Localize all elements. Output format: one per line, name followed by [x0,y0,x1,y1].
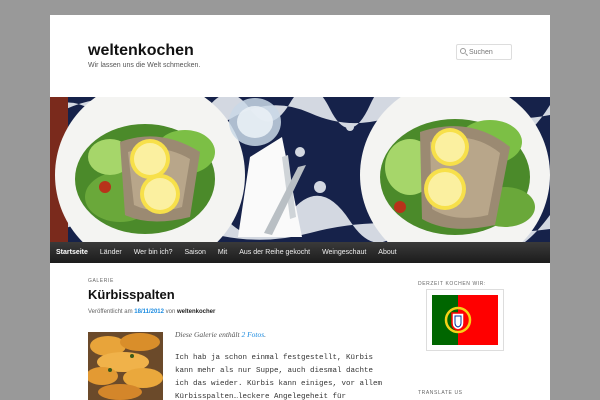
nav-item-weingeschaut[interactable]: Weingeschaut [316,242,372,263]
nav-item-mit[interactable]: Mit [212,242,233,263]
nav-item-wer-bin-ich[interactable]: Wer bin ich? [128,242,179,263]
post-meta: Veröffentlicht am 18/11/2012 von weltenk… [88,309,215,315]
nav-item-about[interactable]: About [372,242,402,263]
nav-item-aus-der-reihe-gekocht[interactable]: Aus der Reihe gekocht [233,242,316,263]
sidebar-widget-title: DERZEIT KOCHEN WIR: [418,281,486,287]
page: weltenkochen Wir lassen uns die Welt sch… [50,15,550,400]
nav-item-startseite[interactable]: Startseite [50,242,94,263]
post-author: weltenkocher [177,309,216,315]
post-title[interactable]: Kürbisspalten [88,287,175,302]
nav-item-laender[interactable]: Länder [94,242,128,263]
meta-by: von [165,309,176,315]
post-author-link[interactable]: weltenkocher [177,309,215,315]
post-date-link[interactable]: 18/11/2012 [134,309,164,315]
gallery-note-prefix: Diese Galerie enthält [175,330,240,339]
portugal-flag-icon [432,295,498,345]
post-body: Ich hab ja schon einmal festgestellt, Kü… [175,354,383,400]
meta-prefix: Veröffentlicht am [88,309,133,315]
gallery-thumbnail[interactable] [88,332,163,400]
search-icon [460,48,466,54]
header-image [50,97,550,242]
gallery-note: Diese Galerie enthält 2 Fotos. [175,330,266,339]
country-flag-frame[interactable] [426,289,504,351]
search-box[interactable] [456,44,512,60]
search-input[interactable] [469,47,509,57]
main-navigation: Startseite Länder Wer bin ich? Saison Mi… [50,242,550,263]
nav-item-saison[interactable]: Saison [178,242,211,263]
translate-widget-title: TRANSLATE US [418,390,463,396]
site-description: Wir lassen uns die Welt schmecken. [88,62,201,69]
gallery-photos-link[interactable]: 2 Fotos [241,330,264,339]
gallery-note-suffix: . [264,330,267,339]
post-category[interactable]: GALERIE [88,278,114,284]
site-title[interactable]: weltenkochen [88,42,194,60]
